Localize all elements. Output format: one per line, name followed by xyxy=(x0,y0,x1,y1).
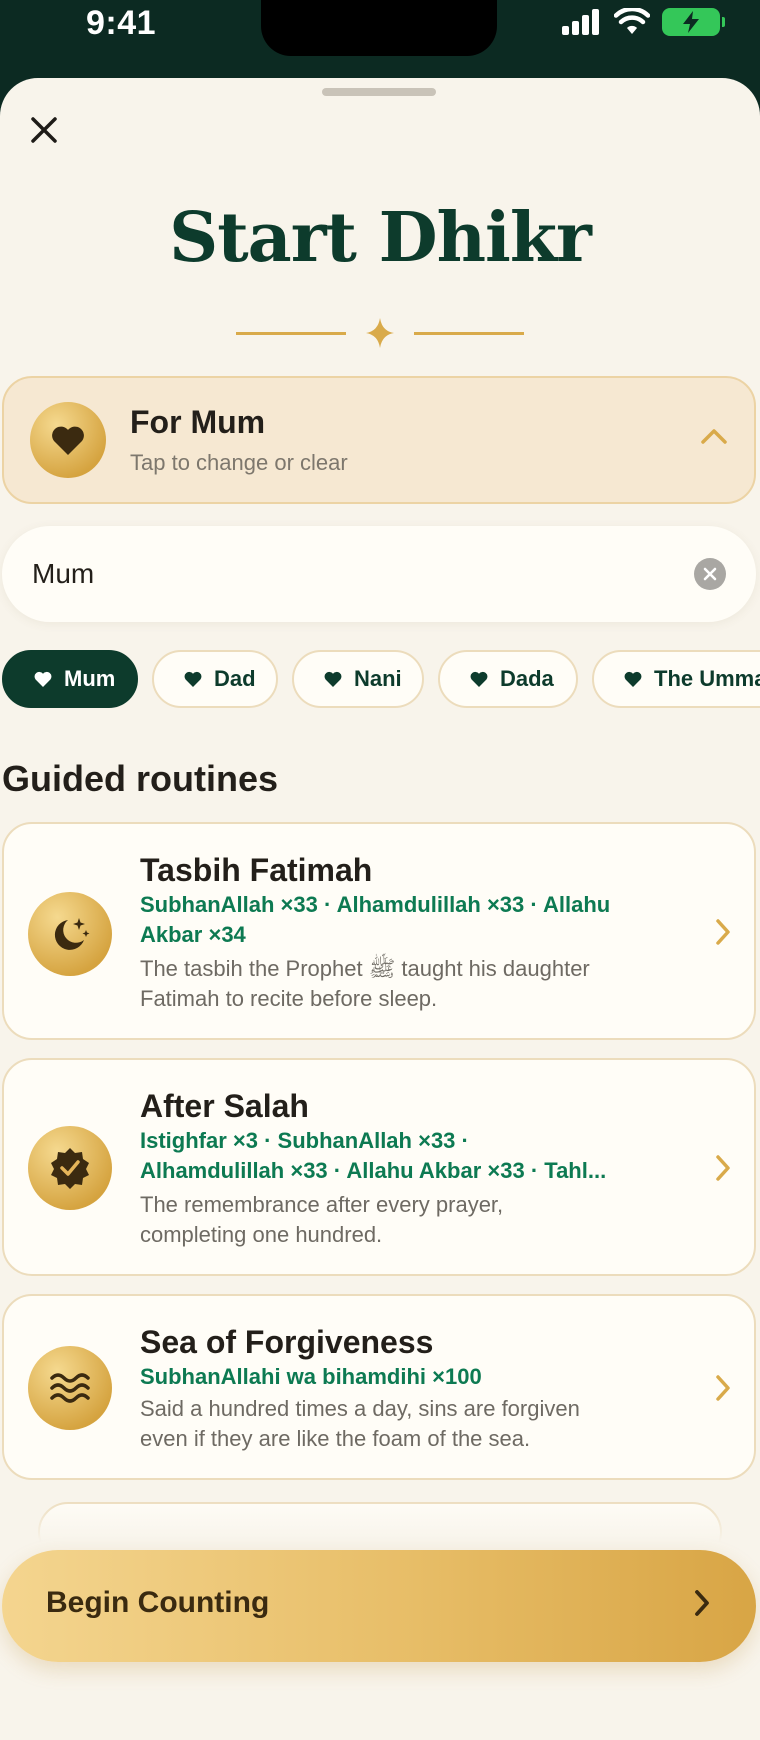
chip-label: Dada xyxy=(500,666,554,691)
waves-icon xyxy=(50,1373,90,1403)
routine-icon-badge xyxy=(28,1126,112,1210)
heart-icon xyxy=(184,671,202,687)
moon-stars-icon xyxy=(54,918,90,950)
chevron-right-icon xyxy=(716,1155,730,1181)
section-title: Guided routines xyxy=(2,758,279,799)
routine-recipe: SubhanAllahi wa bihamdihi ×100 xyxy=(140,1364,482,1389)
routine-card-after-salah[interactable]: After Salah Istighfar ×3 · SubhanAllah ×… xyxy=(2,1058,756,1276)
sparkle-icon xyxy=(366,318,394,348)
chip-dad[interactable]: Dad xyxy=(152,650,278,708)
status-icons xyxy=(562,8,725,36)
wifi-icon xyxy=(614,8,650,34)
signal-icon xyxy=(562,9,599,35)
clear-icon xyxy=(703,567,717,581)
routine-card-tasbih-fatimah[interactable]: Tasbih Fatimah SubhanAllah ×33 · Alhamdu… xyxy=(2,822,756,1040)
seal-check-icon xyxy=(51,1148,89,1189)
routine-description: The tasbih the Prophet ﷺ taught his daug… xyxy=(140,956,590,1011)
routine-description: Said a hundred times a day, sins are for… xyxy=(140,1396,580,1451)
close-button[interactable] xyxy=(22,108,66,152)
routine-card-sea-of-forgiveness[interactable]: Sea of Forgiveness SubhanAllahi wa biham… xyxy=(2,1294,756,1480)
status-bar: 9:41 xyxy=(0,0,760,80)
chevron-up-icon[interactable] xyxy=(700,426,728,446)
routine-recipe: SubhanAllah ×33 · Alhamdulillah ×33 · Al… xyxy=(140,892,611,947)
dedication-card[interactable]: For Mum Tap to change or clear xyxy=(2,376,756,504)
begin-counting-button[interactable]: Begin Counting xyxy=(2,1550,756,1662)
routine-recipe: Istighfar ×3 · SubhanAllah ×33 · Alhamdu… xyxy=(140,1128,607,1183)
close-icon xyxy=(31,117,57,143)
sheet-grabber[interactable] xyxy=(322,88,436,96)
heart-icon xyxy=(52,426,84,455)
dedication-avatar xyxy=(30,402,106,478)
dedication-subtitle: Tap to change or clear xyxy=(130,450,348,475)
routine-description: The remembrance after every prayer, comp… xyxy=(140,1192,504,1247)
status-time: 9:41 xyxy=(86,4,157,42)
chevron-right-icon xyxy=(716,1375,730,1401)
clear-input-button[interactable] xyxy=(694,558,726,590)
chip-the-ummah[interactable]: The Ummah xyxy=(592,650,760,708)
begin-counting-label: Begin Counting xyxy=(46,1586,270,1619)
chip-label: The Ummah xyxy=(654,666,760,691)
heart-icon xyxy=(624,671,642,687)
routine-icon-badge xyxy=(28,892,112,976)
recipient-chips: Mum Dad Nani Dada The Ummah xyxy=(2,650,760,710)
routine-title: Sea of Forgiveness xyxy=(140,1324,434,1360)
battery-icon xyxy=(662,8,725,36)
heart-icon xyxy=(324,671,342,687)
dedication-name-field xyxy=(2,526,756,622)
heart-icon xyxy=(34,671,52,687)
chevron-right-icon xyxy=(716,919,730,945)
start-dhikr-sheet: Start Dhikr For Mum Tap to change or cle… xyxy=(0,78,760,1740)
routine-title: Tasbih Fatimah xyxy=(140,852,373,888)
chip-label: Nani xyxy=(354,666,402,691)
chip-dada[interactable]: Dada xyxy=(438,650,578,708)
chip-mum[interactable]: Mum xyxy=(2,650,138,708)
dedication-name-input[interactable] xyxy=(32,548,652,600)
routine-title: After Salah xyxy=(140,1088,309,1124)
chip-nani[interactable]: Nani xyxy=(292,650,424,708)
chevron-right-icon xyxy=(695,1590,709,1616)
chip-label: Dad xyxy=(214,666,256,691)
title-divider xyxy=(236,318,524,348)
page-title: Start Dhikr xyxy=(169,198,592,278)
dedication-title: For Mum xyxy=(130,404,266,440)
heart-icon xyxy=(470,671,488,687)
chip-label: Mum xyxy=(64,666,116,691)
dynamic-island xyxy=(261,0,497,56)
routine-icon-badge xyxy=(28,1346,112,1430)
